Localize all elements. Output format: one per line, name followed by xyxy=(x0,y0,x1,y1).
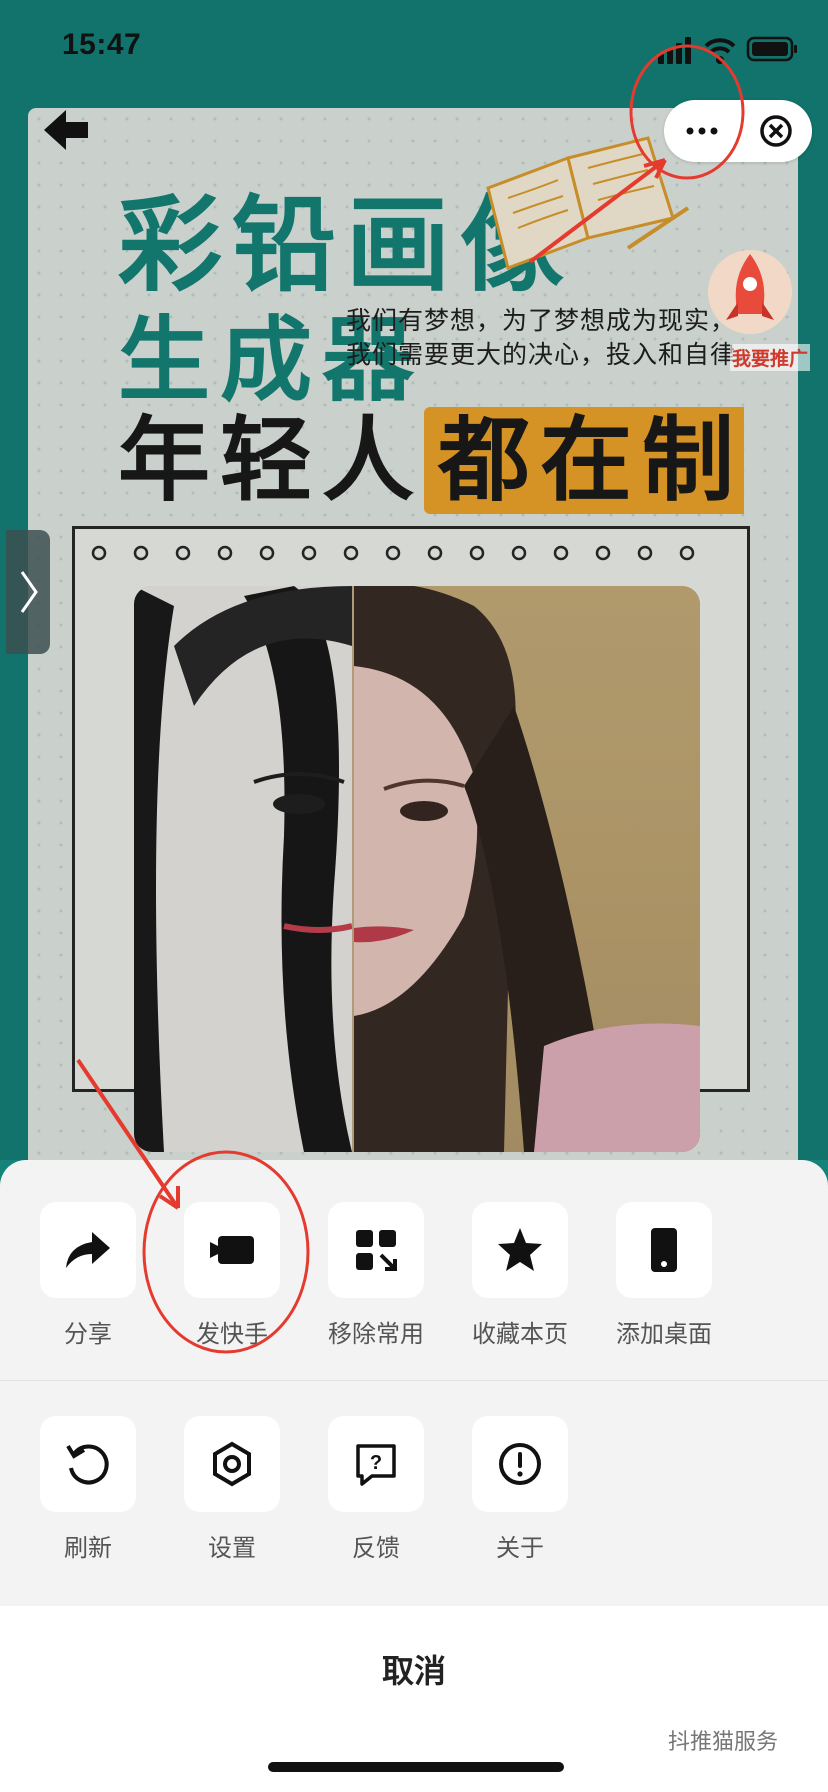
phone-icon xyxy=(651,1228,677,1272)
status-time: 15:47 xyxy=(62,28,142,61)
add-to-desktop-button[interactable]: 添加桌面 xyxy=(604,1202,724,1349)
cancel-button[interactable]: 取消 xyxy=(0,1606,828,1736)
settings-button[interactable]: 设置 xyxy=(172,1416,292,1563)
portrait-photo xyxy=(134,586,700,1152)
chevron-right-icon xyxy=(20,571,38,613)
back-arrow-icon xyxy=(44,110,88,150)
pencil-sketch-half xyxy=(134,586,353,1152)
rocket-icon[interactable] xyxy=(700,240,798,344)
refresh-icon-box xyxy=(40,1416,136,1512)
more-button[interactable] xyxy=(664,100,738,162)
frame-holes xyxy=(91,545,695,561)
remove-icon-box xyxy=(328,1202,424,1298)
share-icon xyxy=(66,1232,110,1268)
remove-from-favorites-button[interactable]: 移除常用 xyxy=(316,1202,436,1349)
action-sheet: 分享 发快手 移除常用 收藏本页 添加桌面 刷新 设置 ? 反馈 关于 取消 xyxy=(0,1160,828,1792)
miniprogram-capsule xyxy=(664,100,812,162)
battery-icon xyxy=(746,36,797,62)
info-icon-box xyxy=(472,1416,568,1512)
post-kuaishou-button[interactable]: 发快手 xyxy=(172,1202,292,1349)
action-row-secondary: 刷新 设置 ? 反馈 关于 xyxy=(0,1416,828,1563)
action-row-primary: 分享 发快手 移除常用 收藏本页 添加桌面 xyxy=(0,1202,828,1349)
info-icon xyxy=(499,1443,541,1485)
feedback-icon-box: ? xyxy=(328,1416,424,1512)
kuaishou-icon-box xyxy=(184,1202,280,1298)
settings-icon-box xyxy=(184,1416,280,1512)
watermark-text: 抖推猫服务 xyxy=(668,1730,779,1755)
about-button[interactable]: 关于 xyxy=(460,1416,580,1563)
divider xyxy=(0,1380,828,1381)
bookmark-page-button[interactable]: 收藏本页 xyxy=(460,1202,580,1349)
desktop-label: 添加桌面 xyxy=(616,1320,712,1348)
settings-icon xyxy=(213,1441,251,1487)
phone-icon-box xyxy=(616,1202,712,1298)
about-label: 关于 xyxy=(496,1534,544,1562)
poster-banner: 彩铅画像 生成器 年轻人都在制作 我们有梦想，为了梦想成为现实， 我们需要更大的… xyxy=(28,108,798,1228)
kuaishou-label: 发快手 xyxy=(196,1320,268,1348)
signal-icon xyxy=(658,37,691,64)
status-bar: 15:47 xyxy=(0,0,828,100)
refresh-label: 刷新 xyxy=(64,1534,112,1562)
close-circle-icon xyxy=(760,115,792,147)
refresh-button[interactable]: 刷新 xyxy=(28,1416,148,1563)
star-icon-box xyxy=(472,1202,568,1298)
side-expand-tab[interactable] xyxy=(6,530,50,654)
feedback-button[interactable]: ? 反馈 xyxy=(316,1416,436,1563)
refresh-icon xyxy=(66,1444,109,1485)
poster-title-line3-part1: 年轻人 xyxy=(118,407,425,514)
share-button[interactable]: 分享 xyxy=(28,1202,148,1349)
bookmark-label: 收藏本页 xyxy=(472,1320,568,1348)
camera-icon xyxy=(210,1236,254,1264)
color-photo-half xyxy=(354,586,700,1152)
more-icon xyxy=(686,127,718,135)
svg-text:?: ? xyxy=(370,1452,382,1474)
wifi-icon xyxy=(704,38,736,64)
status-icons xyxy=(658,36,797,64)
back-button[interactable] xyxy=(36,100,96,160)
feedback-icon: ? xyxy=(356,1444,396,1486)
star-icon xyxy=(498,1228,542,1271)
apps-remove-icon xyxy=(356,1230,397,1271)
promo-label[interactable]: 我要推广 xyxy=(730,344,811,371)
close-button[interactable] xyxy=(748,100,812,162)
share-label: 分享 xyxy=(64,1320,112,1348)
home-indicator[interactable] xyxy=(268,1762,564,1772)
settings-label: 设置 xyxy=(208,1534,256,1562)
share-icon-box xyxy=(40,1202,136,1298)
feedback-label: 反馈 xyxy=(352,1534,400,1562)
remove-label: 移除常用 xyxy=(328,1320,424,1348)
